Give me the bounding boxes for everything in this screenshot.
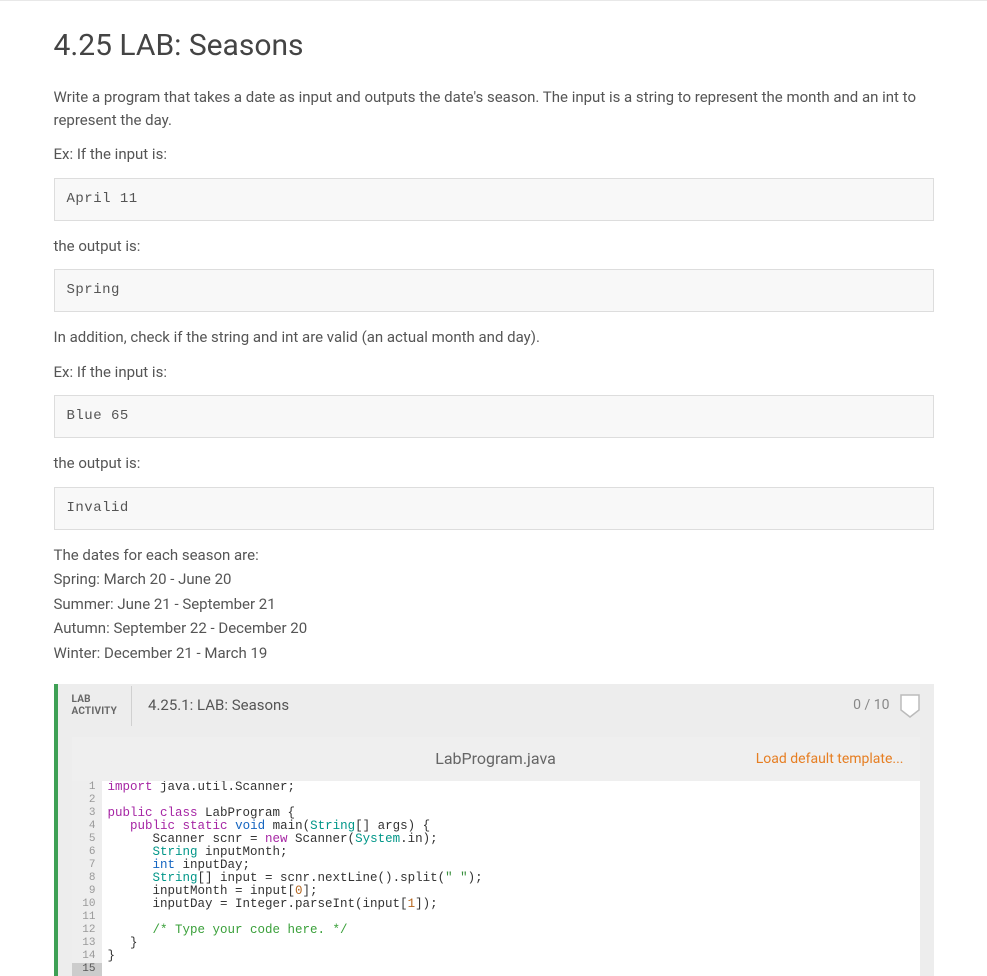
- output-label-1: the output is:: [54, 235, 934, 258]
- activity-title: 4.25.1: LAB: Seasons: [132, 694, 853, 717]
- code-line: inputMonth = input[0];: [102, 885, 318, 898]
- season-list: The dates for each season are: Spring: M…: [54, 544, 934, 665]
- example-input-2: Blue 65: [54, 395, 934, 438]
- code-line: [102, 963, 108, 976]
- activity-tag: LAB ACTIVITY: [58, 684, 132, 727]
- output-label-2: the output is:: [54, 452, 934, 475]
- lab-activity: LAB ACTIVITY 4.25.1: LAB: Seasons 0 / 10…: [54, 684, 934, 976]
- intro-text: Write a program that takes a date as inp…: [54, 86, 934, 131]
- code-line: }: [102, 937, 138, 950]
- code-line: }: [102, 950, 116, 963]
- example-input-1: April 11: [54, 178, 934, 221]
- example-output-2: Invalid: [54, 487, 934, 530]
- editor-filename: LabProgram.java: [435, 747, 556, 771]
- addition-text: In addition, check if the string and int…: [54, 326, 934, 349]
- season-winter: Winter: December 21 - March 19: [54, 642, 934, 665]
- example-output-1: Spring: [54, 269, 934, 312]
- season-spring: Spring: March 20 - June 20: [54, 568, 934, 591]
- season-autumn: Autumn: September 22 - December 20: [54, 617, 934, 640]
- load-default-template-button[interactable]: Load default template...: [756, 749, 904, 770]
- seasons-heading: The dates for each season are:: [54, 544, 934, 567]
- code-line: [102, 911, 108, 924]
- activity-score: 0 / 10: [853, 695, 889, 716]
- code-line: /* Type your code here. */: [102, 924, 348, 937]
- code-line: inputDay = Integer.parseInt(input[1]);: [102, 898, 438, 911]
- page-title: 4.25 LAB: Seasons: [54, 23, 934, 68]
- code-line: import java.util.Scanner;: [102, 781, 296, 794]
- shield-icon: [900, 694, 920, 718]
- season-summer: Summer: June 21 - September 21: [54, 593, 934, 616]
- example-label-1: Ex: If the input is:: [54, 143, 934, 166]
- example-label-2: Ex: If the input is:: [54, 361, 934, 384]
- code-editor[interactable]: 1import java.util.Scanner; 2 3public cla…: [72, 781, 920, 976]
